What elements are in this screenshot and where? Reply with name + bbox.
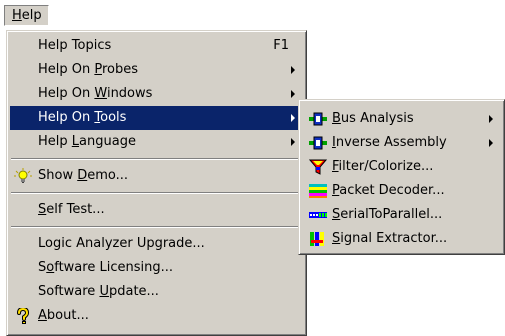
submenu-item-bus-analysis[interactable]: Bus Analysis <box>302 107 501 131</box>
menubar-help-text-post: elp <box>21 8 42 23</box>
lightbulb-icon <box>14 168 32 183</box>
menu-item-about[interactable]: About... <box>10 304 303 328</box>
menu-item-help-on-windows[interactable]: Help On Windows <box>10 82 303 106</box>
menu-item-label: Logic Analyzer Upgrade... <box>38 236 205 251</box>
menu-item-label: Filter/Colorize... <box>332 159 434 174</box>
menu-item-logic-analyzer-upgrade[interactable]: Logic Analyzer Upgrade... <box>10 232 303 256</box>
submenu-arrow-icon <box>489 139 493 147</box>
submenu-item-serial-to-parallel[interactable]: SerialToParallel... <box>302 203 501 227</box>
menu-separator <box>10 222 303 232</box>
menu-item-label: Packet Decoder... <box>332 183 445 198</box>
submenu-arrow-icon <box>291 114 295 122</box>
menu-item-software-licensing[interactable]: Software Licensing... <box>10 256 303 280</box>
submenu-arrow-icon <box>291 138 295 146</box>
menu-item-label: Help On Tools <box>38 110 127 125</box>
submenu-item-packet-decoder[interactable]: Packet Decoder... <box>302 179 501 203</box>
menu-item-label: Signal Extractor... <box>332 231 448 246</box>
menu-item-show-demo[interactable]: Show Demo... <box>10 164 303 188</box>
menu-item-label: Bus Analysis <box>332 111 414 126</box>
menu-item-label: Software Licensing... <box>38 260 173 275</box>
menu-item-help-on-tools[interactable]: Help On Tools <box>10 106 303 130</box>
menu-item-help-language[interactable]: Help Language <box>10 130 303 154</box>
submenu-item-signal-extractor[interactable]: Signal Extractor... <box>302 227 501 251</box>
menu-item-label: Help Topics <box>38 38 112 53</box>
bus-analysis-icon <box>309 112 327 126</box>
filter-colorize-icon <box>309 159 327 175</box>
help-menu: Help Topics F1 Help On Probes Help On Wi… <box>6 30 307 336</box>
menu-item-label: Help Language <box>38 134 136 149</box>
submenu-arrow-icon <box>489 115 493 123</box>
menu-item-label: SerialToParallel... <box>332 207 443 222</box>
menu-bar: Help <box>0 0 505 30</box>
submenu-item-filter-colorize[interactable]: Filter/Colorize... <box>302 155 501 179</box>
menu-item-label: About... <box>38 308 89 323</box>
signal-extractor-icon <box>310 232 324 246</box>
menu-separator <box>10 188 303 198</box>
help-question-icon <box>17 308 30 324</box>
menu-item-software-update[interactable]: Software Update... <box>10 280 303 304</box>
menu-item-label: Self Test... <box>38 202 105 217</box>
packet-decoder-icon <box>309 184 327 198</box>
tools-submenu: Bus Analysis Inverse Assembly Filter/Col… <box>298 99 505 255</box>
menubar-help[interactable]: Help <box>4 5 49 26</box>
submenu-item-inverse-assembly[interactable]: Inverse Assembly <box>302 131 501 155</box>
serial-to-parallel-icon <box>309 212 327 218</box>
menu-item-label: Software Update... <box>38 284 159 299</box>
shortcut-label: F1 <box>273 38 289 53</box>
menu-item-label: Inverse Assembly <box>332 135 447 150</box>
menu-item-label: Help On Windows <box>38 86 153 101</box>
menubar-help-mnemonic: H <box>12 8 22 23</box>
inverse-assembly-icon <box>309 136 327 150</box>
menu-item-label: Show Demo... <box>38 168 129 183</box>
submenu-arrow-icon <box>291 66 295 74</box>
menu-item-help-on-probes[interactable]: Help On Probes <box>10 58 303 82</box>
menu-item-label: Help On Probes <box>38 62 139 77</box>
menu-item-help-topics[interactable]: Help Topics F1 <box>10 34 303 58</box>
menu-item-self-test[interactable]: Self Test... <box>10 198 303 222</box>
menu-separator <box>10 154 303 164</box>
submenu-arrow-icon <box>291 90 295 98</box>
